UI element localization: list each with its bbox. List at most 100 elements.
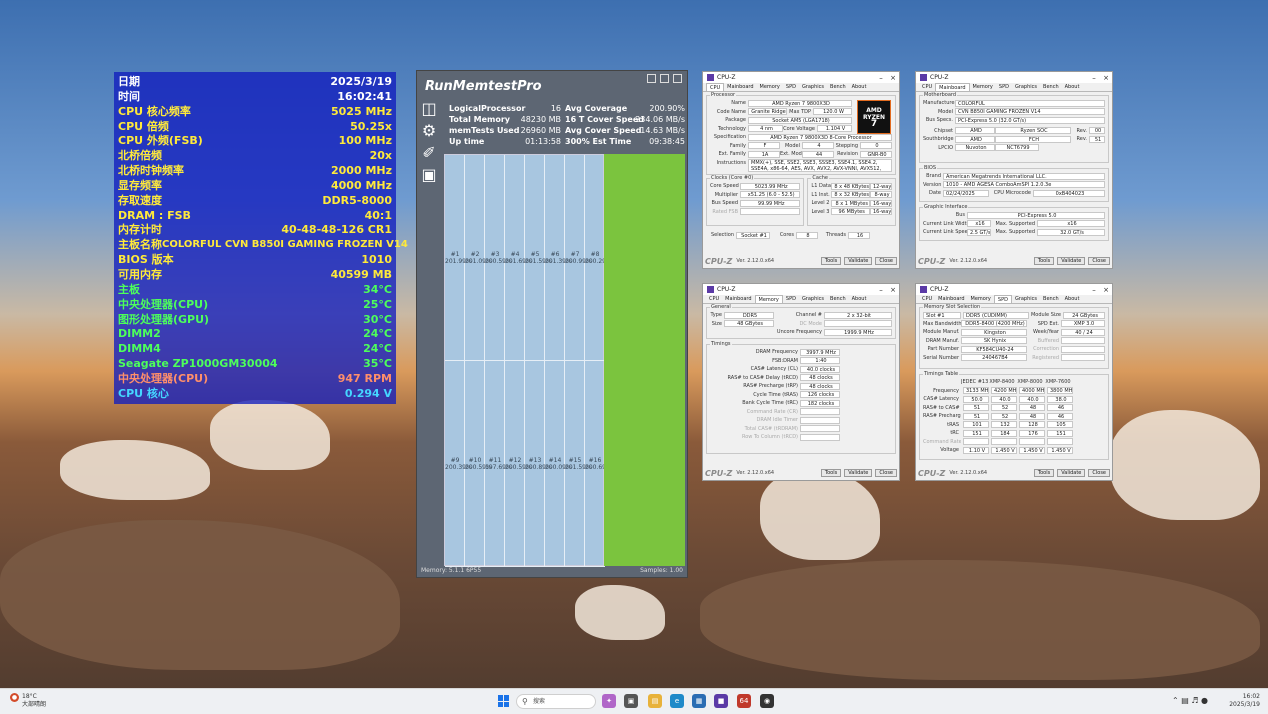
tab-memory[interactable]: Memory <box>970 83 996 91</box>
tab-cpu[interactable]: CPU <box>706 295 722 303</box>
cpuz-version: Ver. 2.12.0.x64 <box>949 258 988 264</box>
store-icon[interactable]: ▦ <box>692 694 706 708</box>
cpuz-taskbar-icon[interactable]: ■ <box>714 694 728 708</box>
weather-icon[interactable]: ● <box>10 693 19 702</box>
gear-icon[interactable]: ⚙ <box>419 121 439 141</box>
runmemtest-taskbar-icon[interactable]: ◉ <box>760 694 774 708</box>
tab-spd[interactable]: SPD <box>783 83 799 91</box>
start-button[interactable] <box>498 695 510 707</box>
stat-value: 200.90% <box>649 104 685 113</box>
taskbar-search[interactable]: ⚲ 搜索 <box>516 694 596 709</box>
tab-mainboard[interactable]: Mainboard <box>724 83 756 91</box>
task-view-icon[interactable]: ▣ <box>624 694 638 708</box>
close-button[interactable] <box>673 74 682 83</box>
thread-cell: #14 200.09% <box>545 361 572 567</box>
close-icon[interactable]: × <box>1100 74 1112 82</box>
aida64-taskbar-icon[interactable]: 64 <box>737 694 751 708</box>
help-button[interactable] <box>647 74 656 83</box>
file-explorer-icon[interactable]: ▤ <box>648 694 662 708</box>
spd-cell: 46 <box>1047 404 1073 412</box>
close-icon[interactable]: × <box>887 74 899 82</box>
validate-button[interactable]: Validate <box>1057 257 1086 265</box>
close-button[interactable]: Close <box>875 469 897 477</box>
sensor-row: CPU 核心 0.294 V <box>118 387 392 402</box>
weather-desc[interactable]: 大部晴朗 <box>22 701 46 709</box>
tab-memory[interactable]: Memory <box>968 295 994 303</box>
close-icon[interactable]: × <box>1100 286 1112 294</box>
tab-about[interactable]: About <box>1062 295 1083 303</box>
sensor-row: 中央处理器(CPU) 947 RPM <box>118 372 392 387</box>
bus-specs: PCI-Express 5.0 (32.0 GT/s) <box>955 116 1105 124</box>
minimize-icon[interactable]: – <box>875 74 887 82</box>
camera-icon[interactable]: ▣ <box>419 165 439 185</box>
tab-mainboard[interactable]: Mainboard <box>935 295 967 303</box>
copilot-icon[interactable]: ✦ <box>602 694 616 708</box>
tools-button[interactable]: Tools <box>1033 257 1055 265</box>
slot-select[interactable]: Slot #1 <box>923 311 961 319</box>
minimize-icon[interactable]: – <box>875 286 887 294</box>
close-button[interactable]: Close <box>1088 469 1110 477</box>
sensor-row: 图形处理器(GPU) 30°C <box>118 313 392 328</box>
tab-spd[interactable]: SPD <box>783 295 799 303</box>
chipset-name: Ryzen SOC <box>995 127 1071 135</box>
tab-mainboard[interactable]: Mainboard <box>935 83 970 91</box>
close-button[interactable]: Close <box>875 257 897 265</box>
sensor-panel: 日期 2025/3/19 时间 16:02:41 CPU 核心频率 5025 MHz CPU… <box>114 72 408 404</box>
weather-temp[interactable]: 18°C <box>22 693 46 701</box>
tab-memory[interactable]: Memory <box>757 83 783 91</box>
cpuz-logo: CPU-Z <box>705 256 733 266</box>
edge-icon[interactable]: e <box>670 694 684 708</box>
tab-spd[interactable]: SPD <box>993 295 1012 303</box>
tab-bench[interactable]: Bench <box>827 295 849 303</box>
runmemtest-footer-right: Samples: 1.00 <box>640 567 683 574</box>
cpuz-window-spd[interactable]: CPU-Z – × CPU Mainboard Memory SPD Graphics Ben… <box>915 283 1113 481</box>
tab-cpu[interactable]: CPU <box>919 83 935 91</box>
minimize-icon[interactable]: – <box>1088 286 1100 294</box>
section-header: General <box>710 304 732 310</box>
spd-cell: 48 <box>1019 404 1045 412</box>
socket-select[interactable]: Socket #1 <box>736 231 770 239</box>
tab-bench[interactable]: Bench <box>827 83 849 91</box>
tab-cpu[interactable]: CPU <box>706 83 725 91</box>
clock[interactable]: 16:02 2025/3/19 <box>1229 693 1260 709</box>
chipset-rev: 00 <box>1089 127 1105 135</box>
close-icon[interactable]: × <box>887 286 899 294</box>
window-title: CPU-Z <box>717 74 736 81</box>
tab-graphics[interactable]: Graphics <box>799 295 827 303</box>
runmemtest-window[interactable]: RunMemtestPro ◫ ⚙ ✐ ▣ LogicalProcessor 16… <box>416 70 688 578</box>
cpuz-window-cpu[interactable]: CPU-Z – × CPU Mainboard Memory SPD Graphics Ben… <box>702 71 900 269</box>
tab-about[interactable]: About <box>849 83 870 91</box>
tab-mainboard[interactable]: Mainboard <box>722 295 754 303</box>
tab-spd[interactable]: SPD <box>996 83 1012 91</box>
validate-button[interactable]: Validate <box>844 469 873 477</box>
minimize-button[interactable] <box>660 74 669 83</box>
tab-bench[interactable]: Bench <box>1040 83 1062 91</box>
tab-bench[interactable]: Bench <box>1040 295 1062 303</box>
tab-graphics[interactable]: Graphics <box>799 83 827 91</box>
tab-about[interactable]: About <box>849 295 870 303</box>
thread-id: #14 <box>548 457 562 464</box>
tab-about[interactable]: About <box>1062 83 1083 91</box>
cpuz-version: Ver. 2.12.0.x64 <box>736 258 775 264</box>
mem-type: DDR5 <box>724 311 774 319</box>
thread-id: #13 <box>528 457 542 464</box>
tab-graphics[interactable]: Graphics <box>1012 83 1040 91</box>
brush-icon[interactable]: ✐ <box>419 143 439 163</box>
tools-button[interactable]: Tools <box>820 469 842 477</box>
tools-button[interactable]: Tools <box>820 257 842 265</box>
tab-graphics[interactable]: Graphics <box>1012 295 1040 303</box>
validate-button[interactable]: Validate <box>844 257 873 265</box>
system-tray[interactable]: ⌃ ▤ ♬ ● <box>1172 696 1208 705</box>
monitor-icon[interactable]: ◫ <box>419 99 439 119</box>
core-voltage: 1.104 V <box>817 125 852 133</box>
cpuz-window-memory[interactable]: CPU-Z – × CPU Mainboard Memory SPD Graphics Ben… <box>702 283 900 481</box>
tools-button[interactable]: Tools <box>1033 469 1055 477</box>
minimize-icon[interactable]: – <box>1088 74 1100 82</box>
sensor-row: 可用内存 40599 MB <box>118 268 392 283</box>
close-button[interactable]: Close <box>1088 257 1110 265</box>
spd-cell: 40.0 <box>1019 395 1045 403</box>
cpuz-window-mainboard[interactable]: CPU-Z – × CPU Mainboard Memory SPD Graphics Ben… <box>915 71 1113 269</box>
tab-cpu[interactable]: CPU <box>919 295 935 303</box>
validate-button[interactable]: Validate <box>1057 469 1086 477</box>
tab-memory[interactable]: Memory <box>754 295 783 303</box>
